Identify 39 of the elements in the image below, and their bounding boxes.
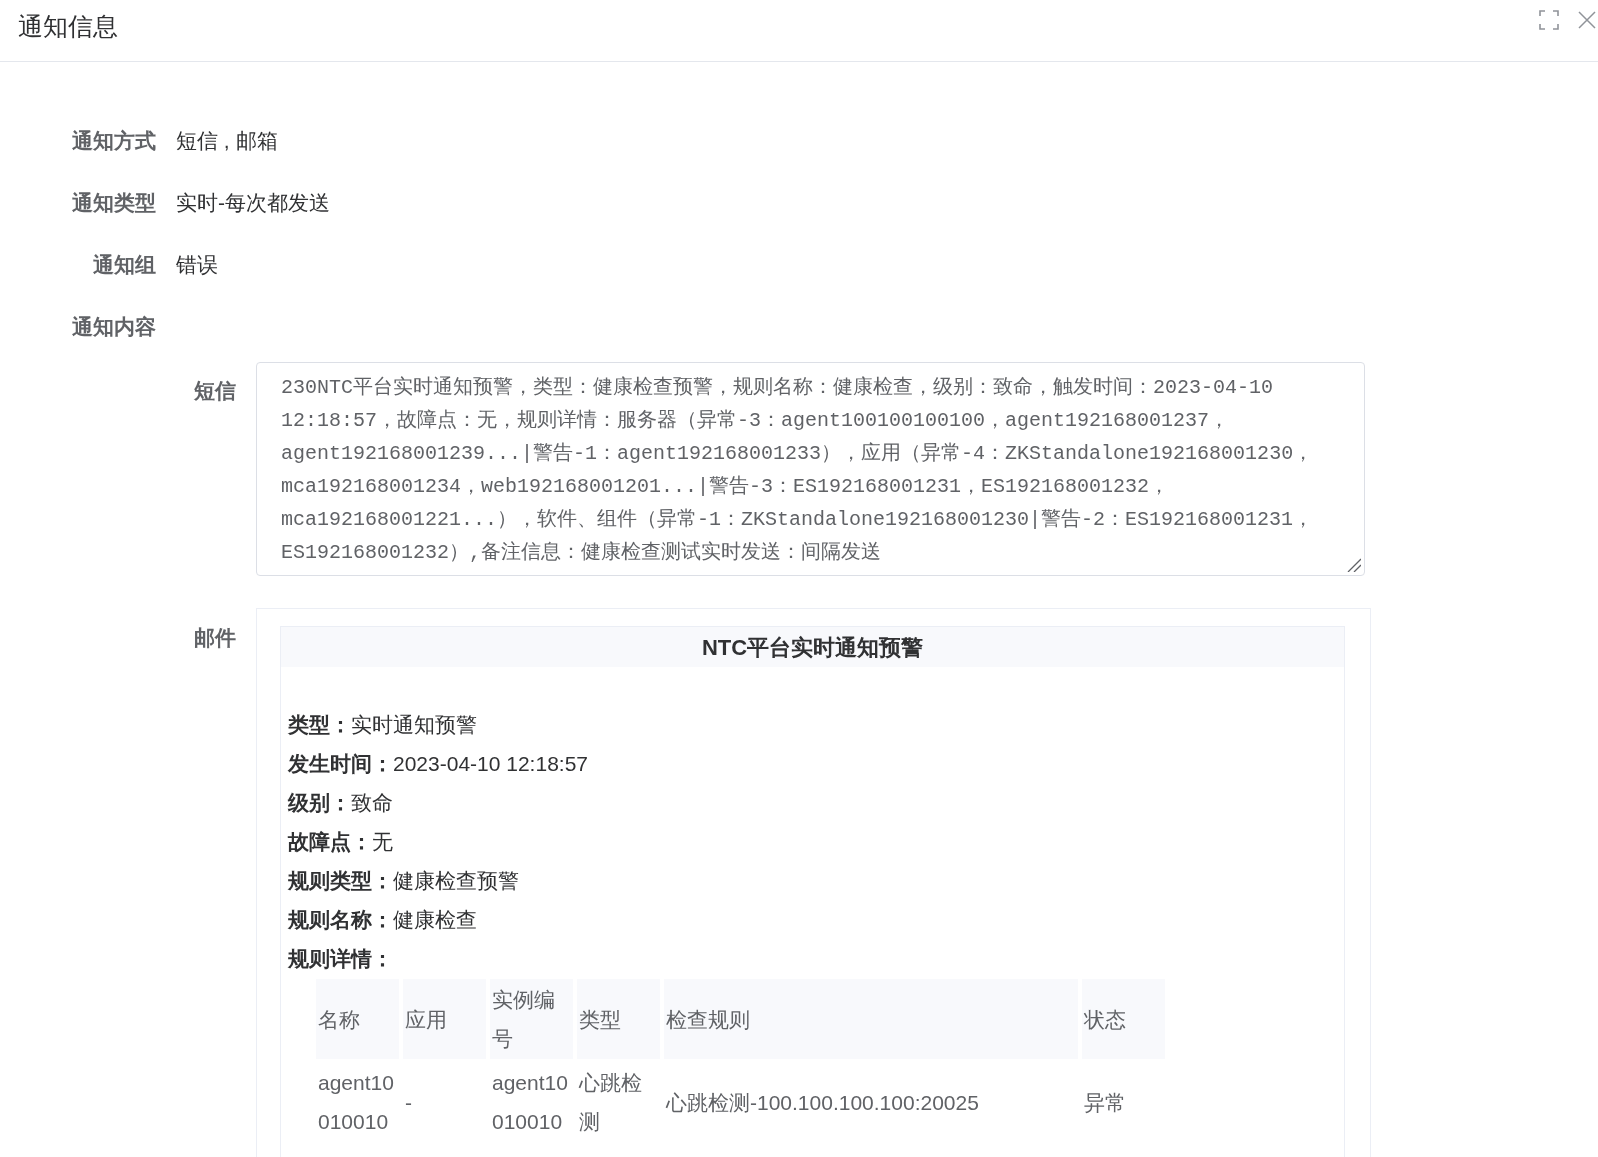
dialog-title: 通知信息 bbox=[18, 11, 118, 42]
field-value: 短信 , 邮箱 bbox=[176, 128, 278, 155]
field-label: 通知方式 bbox=[72, 128, 156, 155]
field-value: 实时-每次都发送 bbox=[176, 190, 330, 217]
detail-label: 规则名称： bbox=[288, 906, 393, 933]
field-label: 通知类型 bbox=[72, 190, 156, 217]
field-value: 错误 bbox=[176, 252, 218, 279]
detail-label: 级别： bbox=[288, 789, 351, 816]
table-header-cell: 应用 bbox=[403, 979, 486, 1059]
detail-label: 故障点： bbox=[288, 828, 372, 855]
table-cell-text: 异常 bbox=[1083, 1089, 1127, 1116]
field-label: 短信 bbox=[194, 378, 236, 404]
field-label: 通知组 bbox=[93, 252, 156, 279]
sms-textarea[interactable]: 230NTC平台实时通知预警，类型：健康检查预警，规则名称：健康检查，级别：致命，触发时间：2023-04-10 12:18:57，故障点：无，规则详情：服务器（异常-3：agent100100100100，agent192168001237，agent192168001239...|警告-1：agent192168001233），应用（异常-4：ZKStandalone192168001230，mca192168001234，web192168001201...|警告-3：ES192168001231，ES192168001232，mca192168001221...），软件、组件（异常-1：ZKStandalone192168001230|警告-2：ES192168001231，ES192168001232）,备注信息：健康检查测试实时发送：间隔发送 bbox=[256, 362, 1365, 576]
table-cell-text: agent10010010 bbox=[317, 1070, 395, 1135]
table-cell-text: agent10010010 bbox=[491, 1070, 569, 1135]
table-header-cell: 状态 bbox=[1082, 979, 1165, 1059]
detail-value: 健康检查预警 bbox=[393, 867, 519, 894]
section-label: 通知内容 bbox=[72, 314, 156, 341]
detail-label: 规则类型： bbox=[288, 867, 393, 894]
table-header-cell: 类型 bbox=[577, 979, 660, 1059]
detail-label: 发生时间： bbox=[288, 750, 393, 777]
detail-value: 2023-04-10 12:18:57 bbox=[393, 750, 588, 777]
resize-grip-icon[interactable] bbox=[1347, 558, 1361, 572]
table-header-cell: 检查规则 bbox=[664, 979, 1078, 1059]
email-title: NTC平台实时通知预警 bbox=[701, 633, 924, 662]
table-cell-text: 心跳检测 bbox=[577, 1070, 643, 1135]
detail-label: 类型： bbox=[288, 711, 351, 738]
fullscreen-icon[interactable] bbox=[1539, 10, 1559, 30]
detail-value: 无 bbox=[372, 828, 393, 855]
table-cell-text: - bbox=[404, 1089, 413, 1116]
field-label: 邮件 bbox=[194, 625, 236, 651]
close-icon[interactable] bbox=[1578, 11, 1596, 29]
detail-label: 规则详情： bbox=[288, 945, 393, 972]
table-header-cell: 名称 bbox=[316, 979, 399, 1059]
detail-value: 健康检查 bbox=[393, 906, 477, 933]
table-cell-text: 心跳检测-100.100.100.100:20025 bbox=[664, 1089, 980, 1116]
detail-value: 致命 bbox=[351, 789, 393, 816]
detail-value: 实时通知预警 bbox=[351, 711, 477, 738]
